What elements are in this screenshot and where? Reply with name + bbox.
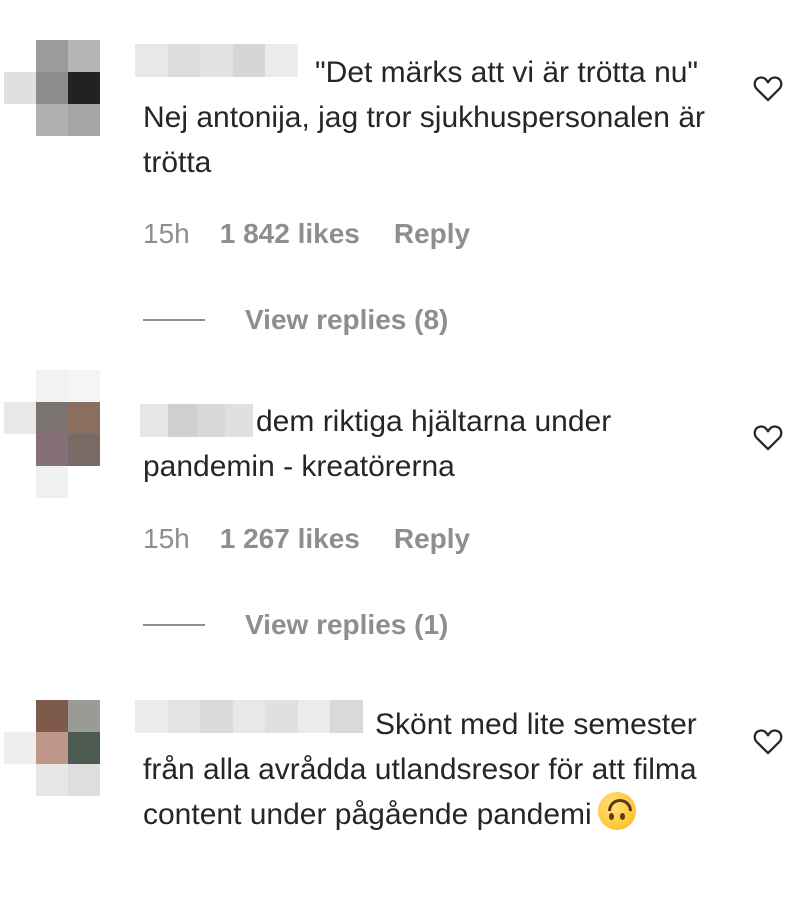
avatar-pixel	[68, 40, 100, 72]
comment-meta: 15h 1 842 likes Reply	[143, 218, 470, 250]
heart-outline-icon[interactable]	[751, 724, 785, 758]
avatar-pixel	[68, 72, 100, 104]
avatar[interactable]	[0, 370, 100, 502]
view-replies-button[interactable]: View replies (1)	[143, 609, 448, 641]
reply-button[interactable]: Reply	[394, 218, 470, 250]
avatar[interactable]	[0, 40, 100, 140]
avatar-pixel	[68, 700, 100, 732]
avatar-pixel	[4, 370, 36, 402]
avatar-pixel	[4, 732, 36, 764]
view-replies-label: View replies (8)	[245, 304, 449, 335]
comment-meta: 15h 1 267 likes Reply	[143, 523, 470, 555]
comment-text: Skönt med lite semester från alla avrådd…	[143, 702, 723, 837]
avatar-pixel	[4, 402, 36, 434]
comment-text: "Det märks att vi är trötta nu" Nej anto…	[143, 56, 705, 179]
avatar-pixel	[36, 402, 68, 434]
divider-line	[143, 624, 205, 626]
comment-likes[interactable]: 1 267 likes	[220, 523, 360, 555]
avatar-pixel	[4, 40, 36, 72]
view-replies-button[interactable]: View replies (8)	[143, 304, 448, 336]
avatar-pixel	[36, 370, 68, 402]
avatar-pixel	[4, 764, 36, 796]
avatar-pixel	[4, 466, 36, 498]
avatar-pixel	[68, 402, 100, 434]
avatar-pixel	[36, 732, 68, 764]
avatar-pixel	[36, 466, 68, 498]
upside-down-face-emoji	[597, 792, 636, 830]
avatar-pixel	[36, 104, 68, 136]
avatar-pixel	[36, 40, 68, 72]
reply-button[interactable]: Reply	[394, 523, 470, 555]
heart-outline-icon[interactable]	[751, 420, 785, 454]
avatar-pixel	[68, 434, 100, 466]
comment-time[interactable]: 15h	[143, 218, 190, 250]
avatar[interactable]	[0, 700, 100, 800]
view-replies-label: View replies (1)	[245, 609, 449, 640]
avatar-pixel	[36, 700, 68, 732]
avatar-pixel	[4, 434, 36, 466]
avatar-pixel	[4, 104, 36, 136]
heart-outline-icon[interactable]	[751, 71, 785, 105]
comment-text: dem riktiga hjältarna under pandemin - k…	[143, 405, 612, 483]
divider-line	[143, 319, 205, 321]
comment-time[interactable]: 15h	[143, 523, 190, 555]
avatar-pixel	[4, 72, 36, 104]
avatar-pixel	[4, 700, 36, 732]
comment-likes[interactable]: 1 842 likes	[220, 218, 360, 250]
avatar-pixel	[36, 764, 68, 796]
avatar-pixel	[68, 764, 100, 796]
avatar-pixel	[68, 732, 100, 764]
avatar-pixel	[68, 466, 100, 498]
avatar-pixel	[68, 104, 100, 136]
avatar-pixel	[68, 370, 100, 402]
avatar-pixel	[36, 72, 68, 104]
avatar-pixel	[36, 434, 68, 466]
